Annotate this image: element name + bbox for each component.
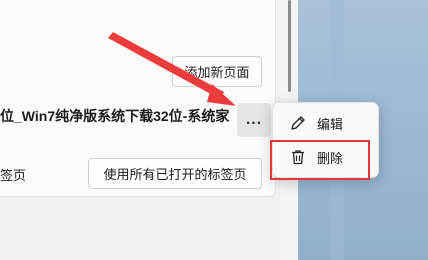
more-options-button[interactable]: ...: [237, 103, 271, 137]
pencil-icon: [287, 112, 309, 134]
use-open-tabs-button[interactable]: 使用所有已打开的标签页: [88, 158, 262, 189]
more-icon: ...: [245, 111, 263, 128]
add-new-page-button[interactable]: 添加新页面: [172, 56, 262, 87]
menu-item-edit-label: 编辑: [317, 116, 344, 132]
page-entry-title: 位_Win7纯净版系统下载32位-系统家: [0, 108, 230, 124]
delete-highlight-annotation: [270, 140, 370, 180]
scrollbar-thumb[interactable]: [288, 0, 291, 92]
setting-label: 签页: [0, 168, 27, 183]
menu-item-edit[interactable]: 编辑: [277, 107, 375, 139]
